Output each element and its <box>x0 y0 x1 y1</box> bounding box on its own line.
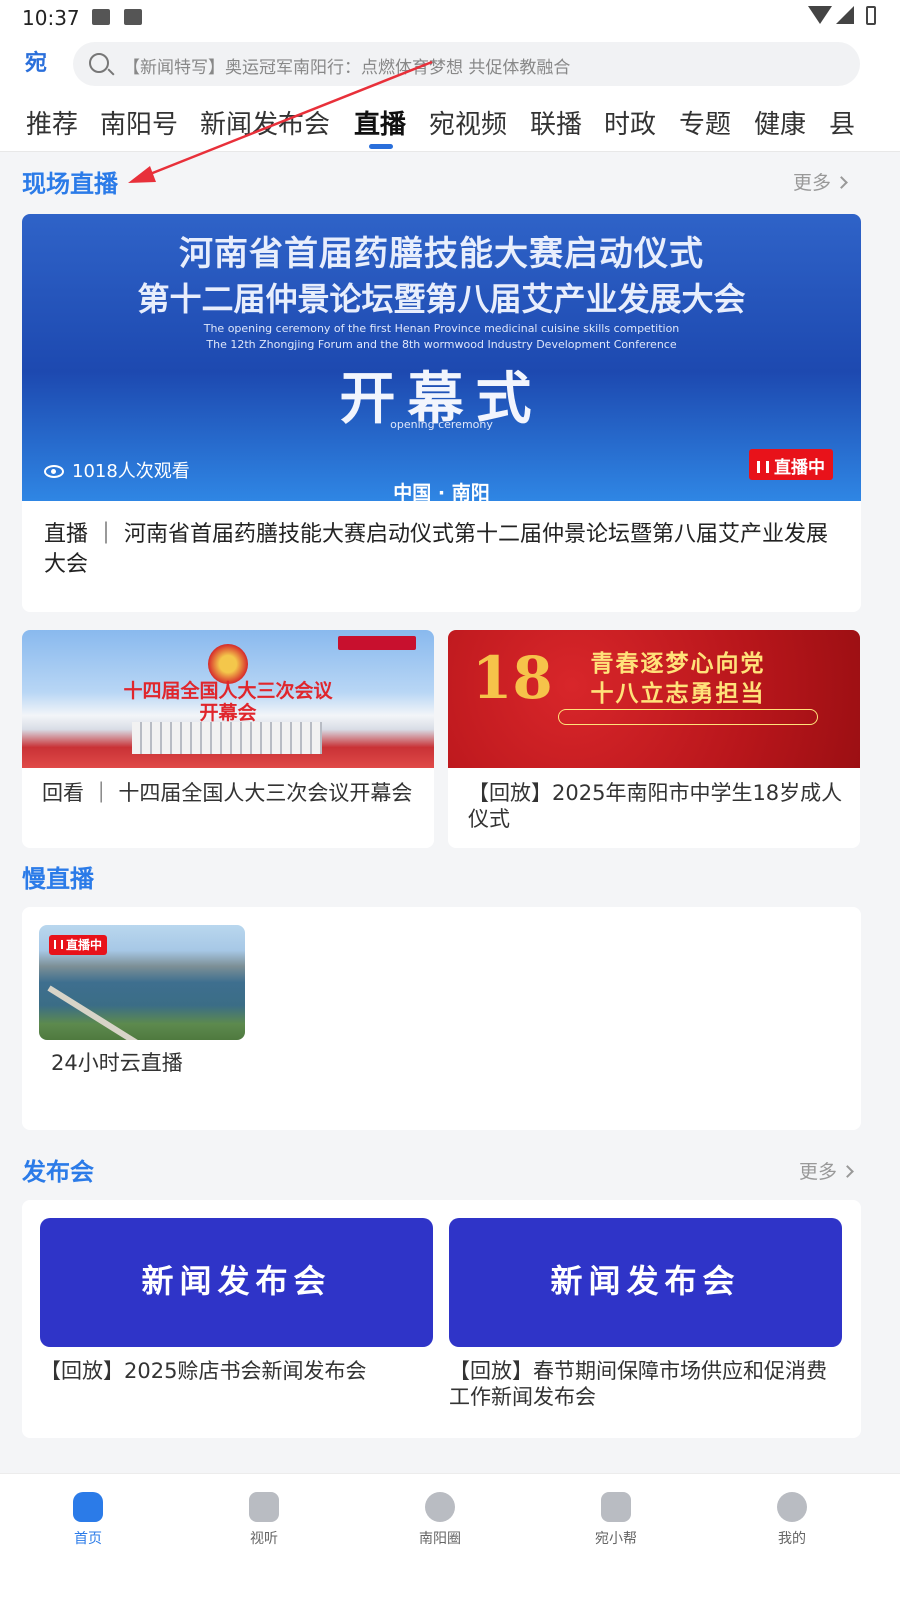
channel-logo <box>338 636 416 650</box>
live-badge-text: 直播中 <box>774 458 825 478</box>
nav-helper[interactable]: 宛小帮 <box>556 1492 676 1548</box>
more-label: 更多 <box>793 172 832 194</box>
press-card-title: 【回放】春节期间保障市场供应和促消费工作新闻发布会 <box>449 1359 827 1409</box>
view-count: 1018人次观看 <box>44 457 190 483</box>
press-image-text: 新闻发布会 <box>550 1262 741 1300</box>
tab-topics[interactable]: 专题 <box>679 104 731 141</box>
press-more-link[interactable]: 更多 <box>799 1157 854 1184</box>
hero-image-title-line2: 第十二届仲景论坛暨第八届艾产业发展大会 <box>137 280 746 318</box>
nav-nanyang-circle[interactable]: 南阳圈 <box>380 1492 500 1548</box>
nav-profile[interactable]: 我的 <box>732 1492 852 1548</box>
search-placeholder: 【新闻特写】奥运冠军南阳行：点燃体育梦想 共促体教融合 <box>123 58 571 78</box>
slow-live-badge: 直播中 <box>49 935 108 955</box>
profile-icon <box>777 1492 807 1522</box>
tab-recommend[interactable]: 推荐 <box>26 104 78 141</box>
tab-county[interactable]: 县 <box>829 104 855 141</box>
live-card-youth[interactable]: 18 青春逐梦心向党 十八立志勇担当 【回放】2025年南阳市中学生18岁成人仪… <box>448 630 860 848</box>
hero-image-en-line1: The opening ceremony of the first Henan … <box>203 322 680 335</box>
great-hall-image <box>132 722 322 754</box>
nav-helper-label: 宛小帮 <box>595 1531 637 1547</box>
signal-icon <box>836 6 854 24</box>
channel-tabs: 推荐 南阳号 新闻发布会 直播 宛视频 联播 时政 专题 健康 县 <box>0 96 900 152</box>
live-card-npc[interactable]: 十四届全国人大三次会议 开幕会 回看 ｜ 十四届全国人大三次会议开幕会 <box>22 630 434 848</box>
hero-title: 直播 ｜ 河南省首届药膳技能大赛启动仪式第十二届仲景论坛暨第八届艾产业发展大会 <box>44 522 828 577</box>
battery-icon <box>866 6 876 25</box>
compass-icon <box>425 1492 455 1522</box>
tab-press-conference[interactable]: 新闻发布会 <box>200 104 330 141</box>
nav-home-label: 首页 <box>74 1531 102 1547</box>
tab-politics[interactable]: 时政 <box>604 104 656 141</box>
tab-wan-video[interactable]: 宛视频 <box>429 104 507 141</box>
nav-home[interactable]: 首页 <box>28 1492 148 1548</box>
press-thumbnail: 新闻发布会 <box>40 1218 433 1347</box>
hero-image-title-line1: 河南省首届药膳技能大赛启动仪式 <box>179 234 704 274</box>
active-tab-indicator <box>369 144 393 149</box>
app-header: 宛 【新闻特写】奥运冠军南阳行：点燃体育梦想 共促体教融合 推荐 南阳号 新闻发… <box>0 36 900 152</box>
app-notification-icon <box>124 9 142 25</box>
nav-video-label: 视听 <box>250 1531 278 1547</box>
bottom-navigation: 首页 视听 南阳圈 宛小帮 我的 <box>0 1473 900 1600</box>
npc-thumbnail: 十四届全国人大三次会议 开幕会 <box>22 630 434 768</box>
live-bars-icon <box>757 461 769 473</box>
nav-video[interactable]: 视听 <box>204 1492 324 1548</box>
press-card-title: 【回放】2025赊店书会新闻发布会 <box>40 1359 367 1383</box>
hero-image-en-line3: opening ceremony <box>390 418 493 431</box>
search-bar[interactable]: 【新闻特写】奥运冠军南阳行：点燃体育梦想 共促体教融合 <box>73 42 860 86</box>
tab-live[interactable]: 直播 <box>354 104 406 141</box>
video-icon <box>249 1492 279 1522</box>
slow-live-card: 直播中 24小时云直播 <box>22 907 861 1130</box>
press-card-1[interactable]: 新闻发布会 【回放】2025赊店书会新闻发布会 <box>40 1218 433 1428</box>
press-section-title: 发布会 <box>22 1158 94 1186</box>
npc-card-title: 回看 ｜ 十四届全国人大三次会议开幕会 <box>42 781 413 805</box>
chevron-right-icon <box>841 1165 854 1178</box>
youth-image-line1: 青春逐梦心向党 <box>590 650 766 677</box>
gallery-notification-icon <box>92 9 110 25</box>
nav-profile-label: 我的 <box>778 1531 806 1547</box>
tab-health[interactable]: 健康 <box>754 104 806 141</box>
slow-live-thumbnail[interactable]: 直播中 <box>39 925 245 1040</box>
search-icon <box>89 53 109 73</box>
youth-image-line2: 十八立志勇担当 <box>590 680 766 707</box>
live-more-link[interactable]: 更多 <box>793 168 848 195</box>
status-bar: 10:37 <box>0 0 900 36</box>
wifi-icon <box>808 6 832 24</box>
live-hero-card[interactable]: 河南省首届药膳技能大赛启动仪式 第十二届仲景论坛暨第八届艾产业发展大会 The … <box>22 214 861 612</box>
youth-thumbnail: 18 青春逐梦心向党 十八立志勇担当 <box>448 630 860 768</box>
press-image-text: 新闻发布会 <box>141 1262 332 1300</box>
chevron-right-icon <box>835 176 848 189</box>
view-count-text: 1018人次观看 <box>72 461 190 482</box>
bridge-image <box>47 985 245 1040</box>
nav-nanyang-circle-label: 南阳圈 <box>419 1531 461 1547</box>
clock: 10:37 <box>22 6 80 30</box>
press-thumbnail: 新闻发布会 <box>449 1218 842 1347</box>
hero-image-en-line2: The 12th Zhongjing Forum and the 8th wor… <box>206 338 677 351</box>
tab-joint-broadcast[interactable]: 联播 <box>530 104 582 141</box>
home-icon <box>73 1492 103 1522</box>
slow-live-title[interactable]: 24小时云直播 <box>51 1050 183 1076</box>
more-label: 更多 <box>799 1161 838 1183</box>
live-section-title: 现场直播 <box>22 170 118 198</box>
app-logo-icon[interactable]: 宛 <box>20 50 52 78</box>
slow-live-badge-text: 直播中 <box>66 938 103 952</box>
npc-image-line2: 开幕会 <box>199 702 257 724</box>
slow-live-section-title: 慢直播 <box>22 865 94 893</box>
hero-image: 河南省首届药膳技能大赛启动仪式 第十二届仲景论坛暨第八届艾产业发展大会 The … <box>22 214 861 504</box>
press-card-2[interactable]: 新闻发布会 【回放】春节期间保障市场供应和促消费工作新闻发布会 <box>449 1218 842 1428</box>
live-badge: 直播中 <box>749 449 833 480</box>
help-icon <box>601 1492 631 1522</box>
press-card-container: 新闻发布会 【回放】2025赊店书会新闻发布会 新闻发布会 【回放】春节期间保障… <box>22 1200 861 1438</box>
eye-icon <box>44 465 64 478</box>
tab-nanyang-account[interactable]: 南阳号 <box>100 104 178 141</box>
live-bars-icon <box>54 940 63 949</box>
subtitle-band <box>558 709 818 725</box>
youth-card-title: 【回放】2025年南阳市中学生18岁成人仪式 <box>468 781 843 831</box>
